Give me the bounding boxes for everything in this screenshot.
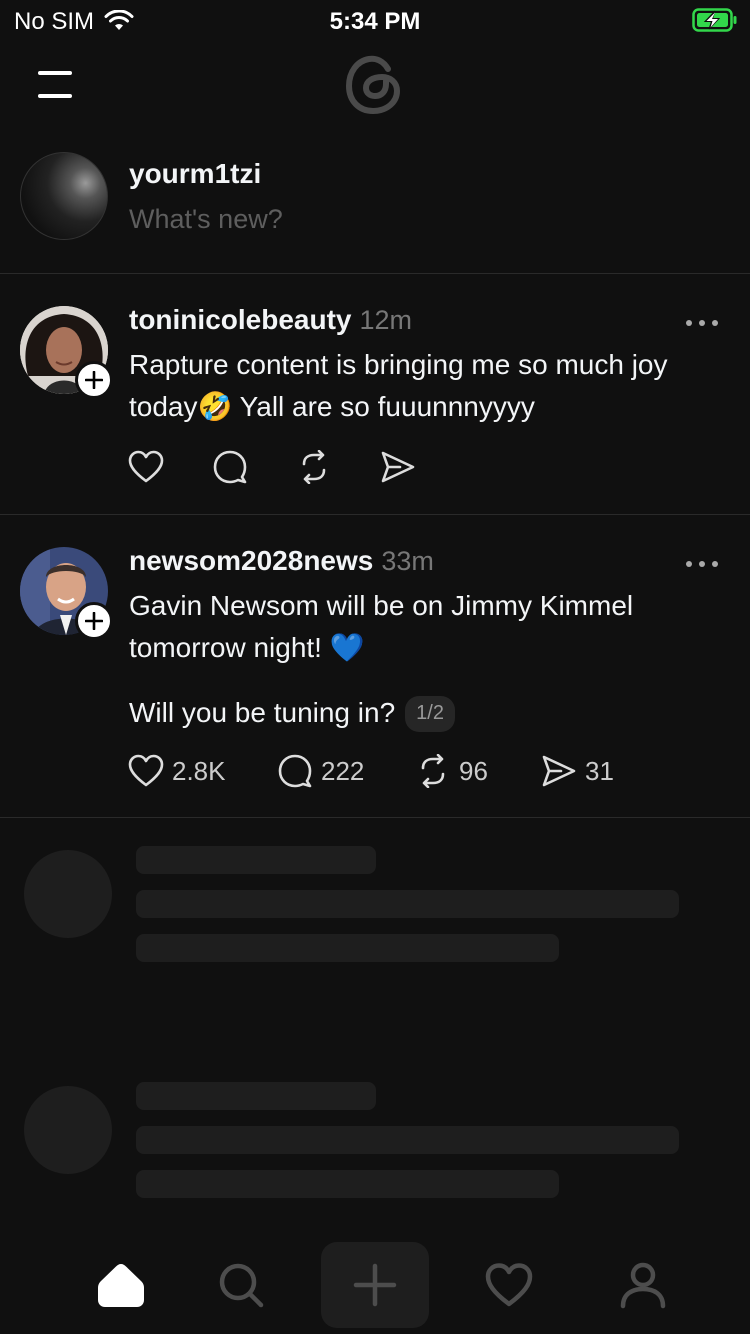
- skeleton-line: [136, 846, 376, 874]
- share-button[interactable]: [380, 450, 416, 484]
- status-bar: No SIM 5:34 PM: [0, 0, 750, 40]
- search-icon: [219, 1263, 264, 1308]
- post-time: 33m: [381, 546, 434, 576]
- skeleton-line: [136, 890, 679, 918]
- reply-button[interactable]: [212, 450, 248, 484]
- post-author-name[interactable]: newsom2028news: [129, 545, 373, 576]
- heart-icon: [128, 450, 164, 483]
- tab-activity[interactable]: [474, 1250, 544, 1320]
- post-time: 12m: [359, 305, 412, 335]
- post-text-fragment: today: [129, 391, 198, 422]
- post-author-name[interactable]: toninicolebeauty: [129, 304, 351, 335]
- tab-profile[interactable]: [608, 1250, 678, 1320]
- repost-count: 96: [459, 755, 488, 786]
- more-options-icon[interactable]: [684, 556, 720, 567]
- skeleton-avatar: [24, 1086, 112, 1174]
- follow-button[interactable]: [75, 361, 113, 399]
- skeleton-line: [136, 1082, 376, 1110]
- repost-icon: [302, 450, 326, 484]
- post-text-fragment: Yall are so fuuunnnyyyy: [232, 391, 535, 422]
- post-text-line: Rapture content is bringing me so much j…: [129, 349, 668, 380]
- new-thread-composer[interactable]: yourm1tzi What's new?: [0, 140, 750, 274]
- carousel-page-indicator: 1/2: [405, 696, 455, 732]
- post-text: Gavin Newsom will be on Jimmy Kimmel tom…: [129, 585, 729, 669]
- avatar[interactable]: [20, 152, 108, 240]
- tab-new-thread[interactable]: [321, 1242, 429, 1328]
- post-text-second-paragraph: Will you be tuning in? 1/2: [129, 692, 729, 734]
- skeleton-avatar: [24, 850, 112, 938]
- post-text-line: today🤣 Yall are so fuuunnnyyyy: [129, 386, 729, 428]
- repost-icon: [421, 754, 445, 788]
- follow-button[interactable]: [75, 602, 113, 640]
- comment-icon: [213, 450, 247, 484]
- skeleton-line: [136, 1126, 679, 1154]
- composer-username: yourm1tzi: [129, 158, 262, 189]
- plus-icon: [353, 1263, 397, 1307]
- share-button[interactable]: 31: [541, 754, 614, 788]
- home-icon: [98, 1264, 144, 1307]
- like-button[interactable]: [128, 450, 164, 484]
- repost-button[interactable]: 96: [415, 754, 488, 788]
- post-text-line: tomorrow night! 💙: [129, 632, 365, 663]
- skeleton-line: [136, 1170, 559, 1198]
- send-icon: [542, 755, 576, 787]
- post-text-line: Gavin Newsom will be on Jimmy Kimmel: [129, 590, 634, 621]
- composer-placeholder[interactable]: What's new?: [129, 204, 283, 235]
- thread-post[interactable]: toninicolebeauty 12m Rapture content is b…: [0, 274, 750, 515]
- like-count: 2.8K: [172, 755, 226, 786]
- like-button[interactable]: 2.8K: [128, 754, 226, 788]
- heart-icon: [128, 754, 164, 787]
- menu-icon[interactable]: [36, 70, 76, 100]
- post-author[interactable]: toninicolebeauty 12m: [129, 304, 412, 336]
- send-icon: [381, 451, 415, 483]
- comment-icon: [278, 754, 312, 788]
- status-time: 5:34 PM: [329, 8, 421, 35]
- repost-button[interactable]: [296, 450, 332, 484]
- tab-search[interactable]: [206, 1250, 276, 1320]
- more-options-icon[interactable]: [684, 315, 720, 326]
- post-text: Rapture content is bringing me so much j…: [129, 344, 729, 428]
- battery-charging-icon: [692, 8, 738, 37]
- post-author[interactable]: newsom2028news 33m: [129, 545, 434, 577]
- reply-count: 222: [321, 755, 365, 786]
- skeleton-line: [136, 934, 559, 962]
- threads-logo-icon[interactable]: [342, 52, 408, 118]
- thread-post[interactable]: newsom2028news 33m Gavin Newsom will be o…: [0, 515, 750, 818]
- person-icon: [620, 1262, 666, 1309]
- post-text-line: Will you be tuning in?: [129, 697, 396, 728]
- tab-home[interactable]: [86, 1250, 156, 1320]
- share-count: 31: [585, 755, 614, 786]
- reply-button[interactable]: 222: [277, 754, 364, 788]
- rofl-emoji: 🤣: [197, 391, 233, 422]
- heart-icon: [485, 1263, 533, 1307]
